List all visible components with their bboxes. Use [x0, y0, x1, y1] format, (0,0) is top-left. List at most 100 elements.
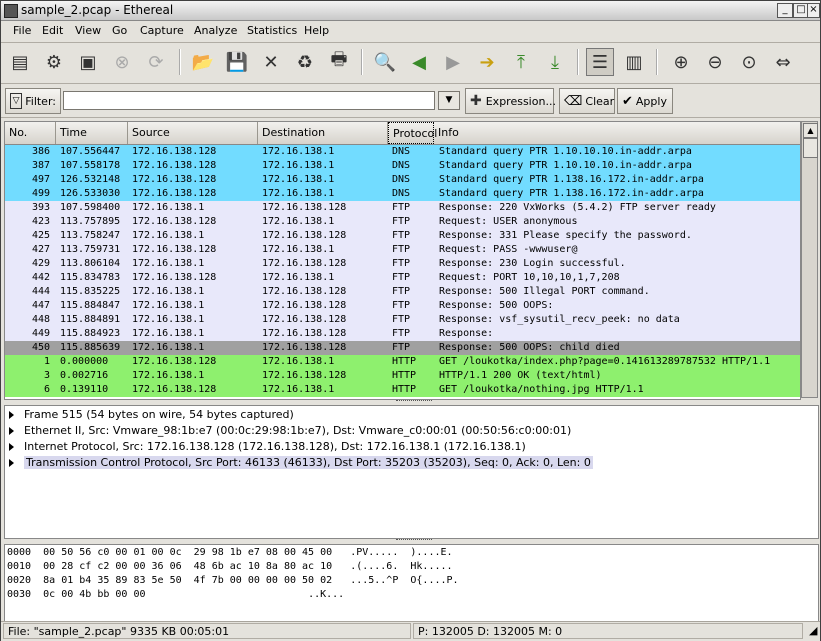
packet-row[interactable]: 444 115.835225 172.16.138.1 172.16.138.128 F…: [5, 285, 800, 299]
clear-button[interactable]: ⌫ Clear: [559, 88, 615, 114]
expression-button[interactable]: ✚ Expression...: [465, 88, 556, 114]
packet-row[interactable]: 3 0.002716 172.16.138.1 172.16.138.128 HTTP H…: [5, 369, 800, 383]
detail-tcp[interactable]: Transmission Control Protocol, Src Port:…: [9, 455, 593, 470]
packet-no: 429: [31, 258, 50, 269]
packet-destination: 172.16.138.1: [262, 384, 335, 395]
filter-input[interactable]: [63, 91, 435, 110]
resize-columns-icon[interactable]: ⇔: [769, 48, 797, 76]
apply-button[interactable]: ✔ Apply: [617, 88, 673, 114]
packet-list[interactable]: No. Time Source Destination Protocol Inf…: [4, 121, 801, 400]
column-time[interactable]: Time: [56, 122, 128, 144]
packet-time: 115.884891: [60, 314, 121, 325]
column-source[interactable]: Source: [128, 122, 258, 144]
go-to-packet-icon[interactable]: ➔: [473, 48, 501, 76]
start-capture-icon[interactable]: ▣: [74, 48, 102, 76]
packet-row[interactable]: 427 113.759731 172.16.138.128 172.16.138.1 F…: [5, 243, 800, 257]
packet-destination: 172.16.138.128: [262, 258, 347, 269]
packet-row[interactable]: 429 113.806104 172.16.138.1 172.16.138.128 F…: [5, 257, 800, 271]
menu-statistics[interactable]: Statistics: [247, 24, 297, 37]
auto-scroll-icon[interactable]: ▥: [620, 48, 648, 76]
packet-row[interactable]: 447 115.884847 172.16.138.1 172.16.138.128 F…: [5, 299, 800, 313]
packet-info: Response:: [439, 328, 494, 339]
packet-no: 442: [31, 272, 50, 283]
interfaces-icon[interactable]: ▤: [6, 48, 34, 76]
packet-destination: 172.16.138.128: [262, 342, 347, 353]
expand-icon[interactable]: [9, 411, 14, 419]
menu-help[interactable]: Help: [304, 24, 329, 37]
packet-row[interactable]: 387 107.558178 172.16.138.128 172.16.138.1 D…: [5, 159, 800, 173]
go-forward-icon[interactable]: ▶: [439, 48, 467, 76]
reload-icon[interactable]: ♻: [291, 48, 319, 76]
open-file-icon[interactable]: 📂: [189, 48, 217, 76]
print-icon[interactable]: 🖶: [325, 48, 353, 76]
expand-icon[interactable]: [9, 427, 14, 435]
filter-dropdown-icon[interactable]: ▼: [438, 91, 460, 110]
find-packet-icon[interactable]: 🔍: [371, 48, 399, 76]
packet-row[interactable]: 6 0.139110 172.16.138.128 172.16.138.1 HTTP G…: [5, 383, 800, 397]
menu-view[interactable]: View: [75, 24, 101, 37]
packet-protocol: FTP: [392, 216, 411, 227]
packet-no: 499: [31, 188, 50, 199]
go-first-icon[interactable]: ⤒: [507, 48, 535, 76]
packet-details[interactable]: Frame 515 (54 bytes on wire, 54 bytes ca…: [4, 405, 819, 539]
bytes-row: 0000 00 50 56 c0 00 01 00 0c 29 98 1b e7…: [7, 547, 453, 558]
packet-source: 172.16.138.1: [132, 314, 205, 325]
colorize-icon[interactable]: ☰: [586, 48, 614, 76]
zoom-in-icon[interactable]: ⊕: [667, 48, 695, 76]
column-info[interactable]: Info: [434, 122, 800, 144]
column-protocol[interactable]: Protocol: [388, 122, 437, 144]
packet-row[interactable]: 450 115.885639 172.16.138.1 172.16.138.128 F…: [5, 341, 800, 355]
go-back-icon[interactable]: ◀: [405, 48, 433, 76]
expand-icon[interactable]: [9, 443, 14, 451]
packet-row[interactable]: 423 113.757895 172.16.138.128 172.16.138.1 F…: [5, 215, 800, 229]
column-destination[interactable]: Destination: [258, 122, 388, 144]
packet-row[interactable]: 393 107.598400 172.16.138.1 172.16.138.128 F…: [5, 201, 800, 215]
status-packets: P: 132005 D: 132005 M: 0: [413, 623, 803, 639]
restart-capture-icon[interactable]: ⟳: [142, 48, 170, 76]
packet-list-header: No. Time Source Destination Protocol Inf…: [5, 122, 800, 145]
packet-row[interactable]: 497 126.532148 172.16.138.128 172.16.138.1 D…: [5, 173, 800, 187]
plus-icon: ✚: [470, 93, 482, 109]
column-no[interactable]: No.: [5, 122, 56, 144]
packet-list-scrollbar[interactable]: ▲: [801, 121, 818, 398]
detail-frame[interactable]: Frame 515 (54 bytes on wire, 54 bytes ca…: [9, 407, 294, 422]
packet-destination: 172.16.138.1: [262, 188, 335, 199]
packet-row[interactable]: 386 107.556447 172.16.138.128 172.16.138.1 D…: [5, 145, 800, 159]
packet-row[interactable]: 442 115.834783 172.16.138.128 172.16.138.1 F…: [5, 271, 800, 285]
packet-time: 113.806104: [60, 258, 121, 269]
resize-grip-icon[interactable]: ◢: [805, 623, 818, 639]
packet-source: 172.16.138.128: [132, 160, 217, 171]
detail-ip[interactable]: Internet Protocol, Src: 172.16.138.128 (…: [9, 439, 526, 454]
packet-row[interactable]: 448 115.884891 172.16.138.1 172.16.138.128 F…: [5, 313, 800, 327]
menu-capture[interactable]: Capture: [140, 24, 184, 37]
menu-edit[interactable]: Edit: [42, 24, 63, 37]
capture-options-icon[interactable]: ⚙: [40, 48, 68, 76]
apply-label: Apply: [635, 94, 667, 108]
zoom-out-icon[interactable]: ⊖: [701, 48, 729, 76]
menu-analyze[interactable]: Analyze: [194, 24, 237, 37]
filter-button[interactable]: ▽ Filter:: [5, 88, 61, 114]
expression-label: Expression...: [485, 94, 556, 108]
detail-ethernet[interactable]: Ethernet II, Src: Vmware_98:1b:e7 (00:0c…: [9, 423, 571, 438]
zoom-normal-icon[interactable]: ⊙: [735, 48, 763, 76]
go-last-icon[interactable]: ⤓: [541, 48, 569, 76]
packet-source: 172.16.138.1: [132, 258, 205, 269]
scroll-up-icon[interactable]: ▲: [803, 123, 818, 138]
save-file-icon[interactable]: 💾: [223, 48, 251, 76]
packet-info: Response: 230 Login successful.: [439, 258, 626, 269]
menu-go[interactable]: Go: [112, 24, 127, 37]
close-file-icon[interactable]: ✕: [257, 48, 285, 76]
packet-row[interactable]: 449 115.884923 172.16.138.1 172.16.138.128 F…: [5, 327, 800, 341]
packet-destination: 172.16.138.128: [262, 328, 347, 339]
minimize-button[interactable]: _: [777, 3, 793, 18]
packet-bytes[interactable]: 0000 00 50 56 c0 00 01 00 0c 29 98 1b e7…: [4, 544, 819, 622]
scroll-thumb[interactable]: [803, 138, 818, 158]
packet-info: Request: PORT 10,10,10,1,7,208: [439, 272, 620, 283]
packet-row[interactable]: 425 113.758247 172.16.138.1 172.16.138.128 F…: [5, 229, 800, 243]
expand-icon[interactable]: [9, 459, 14, 467]
packet-row[interactable]: 499 126.533030 172.16.138.128 172.16.138.1 D…: [5, 187, 800, 201]
close-window-button[interactable]: ×: [807, 3, 820, 18]
packet-row[interactable]: 1 0.000000 172.16.138.128 172.16.138.1 HTTP G…: [5, 355, 800, 369]
stop-capture-icon[interactable]: ⊗: [108, 48, 136, 76]
menu-file[interactable]: File: [13, 24, 31, 37]
